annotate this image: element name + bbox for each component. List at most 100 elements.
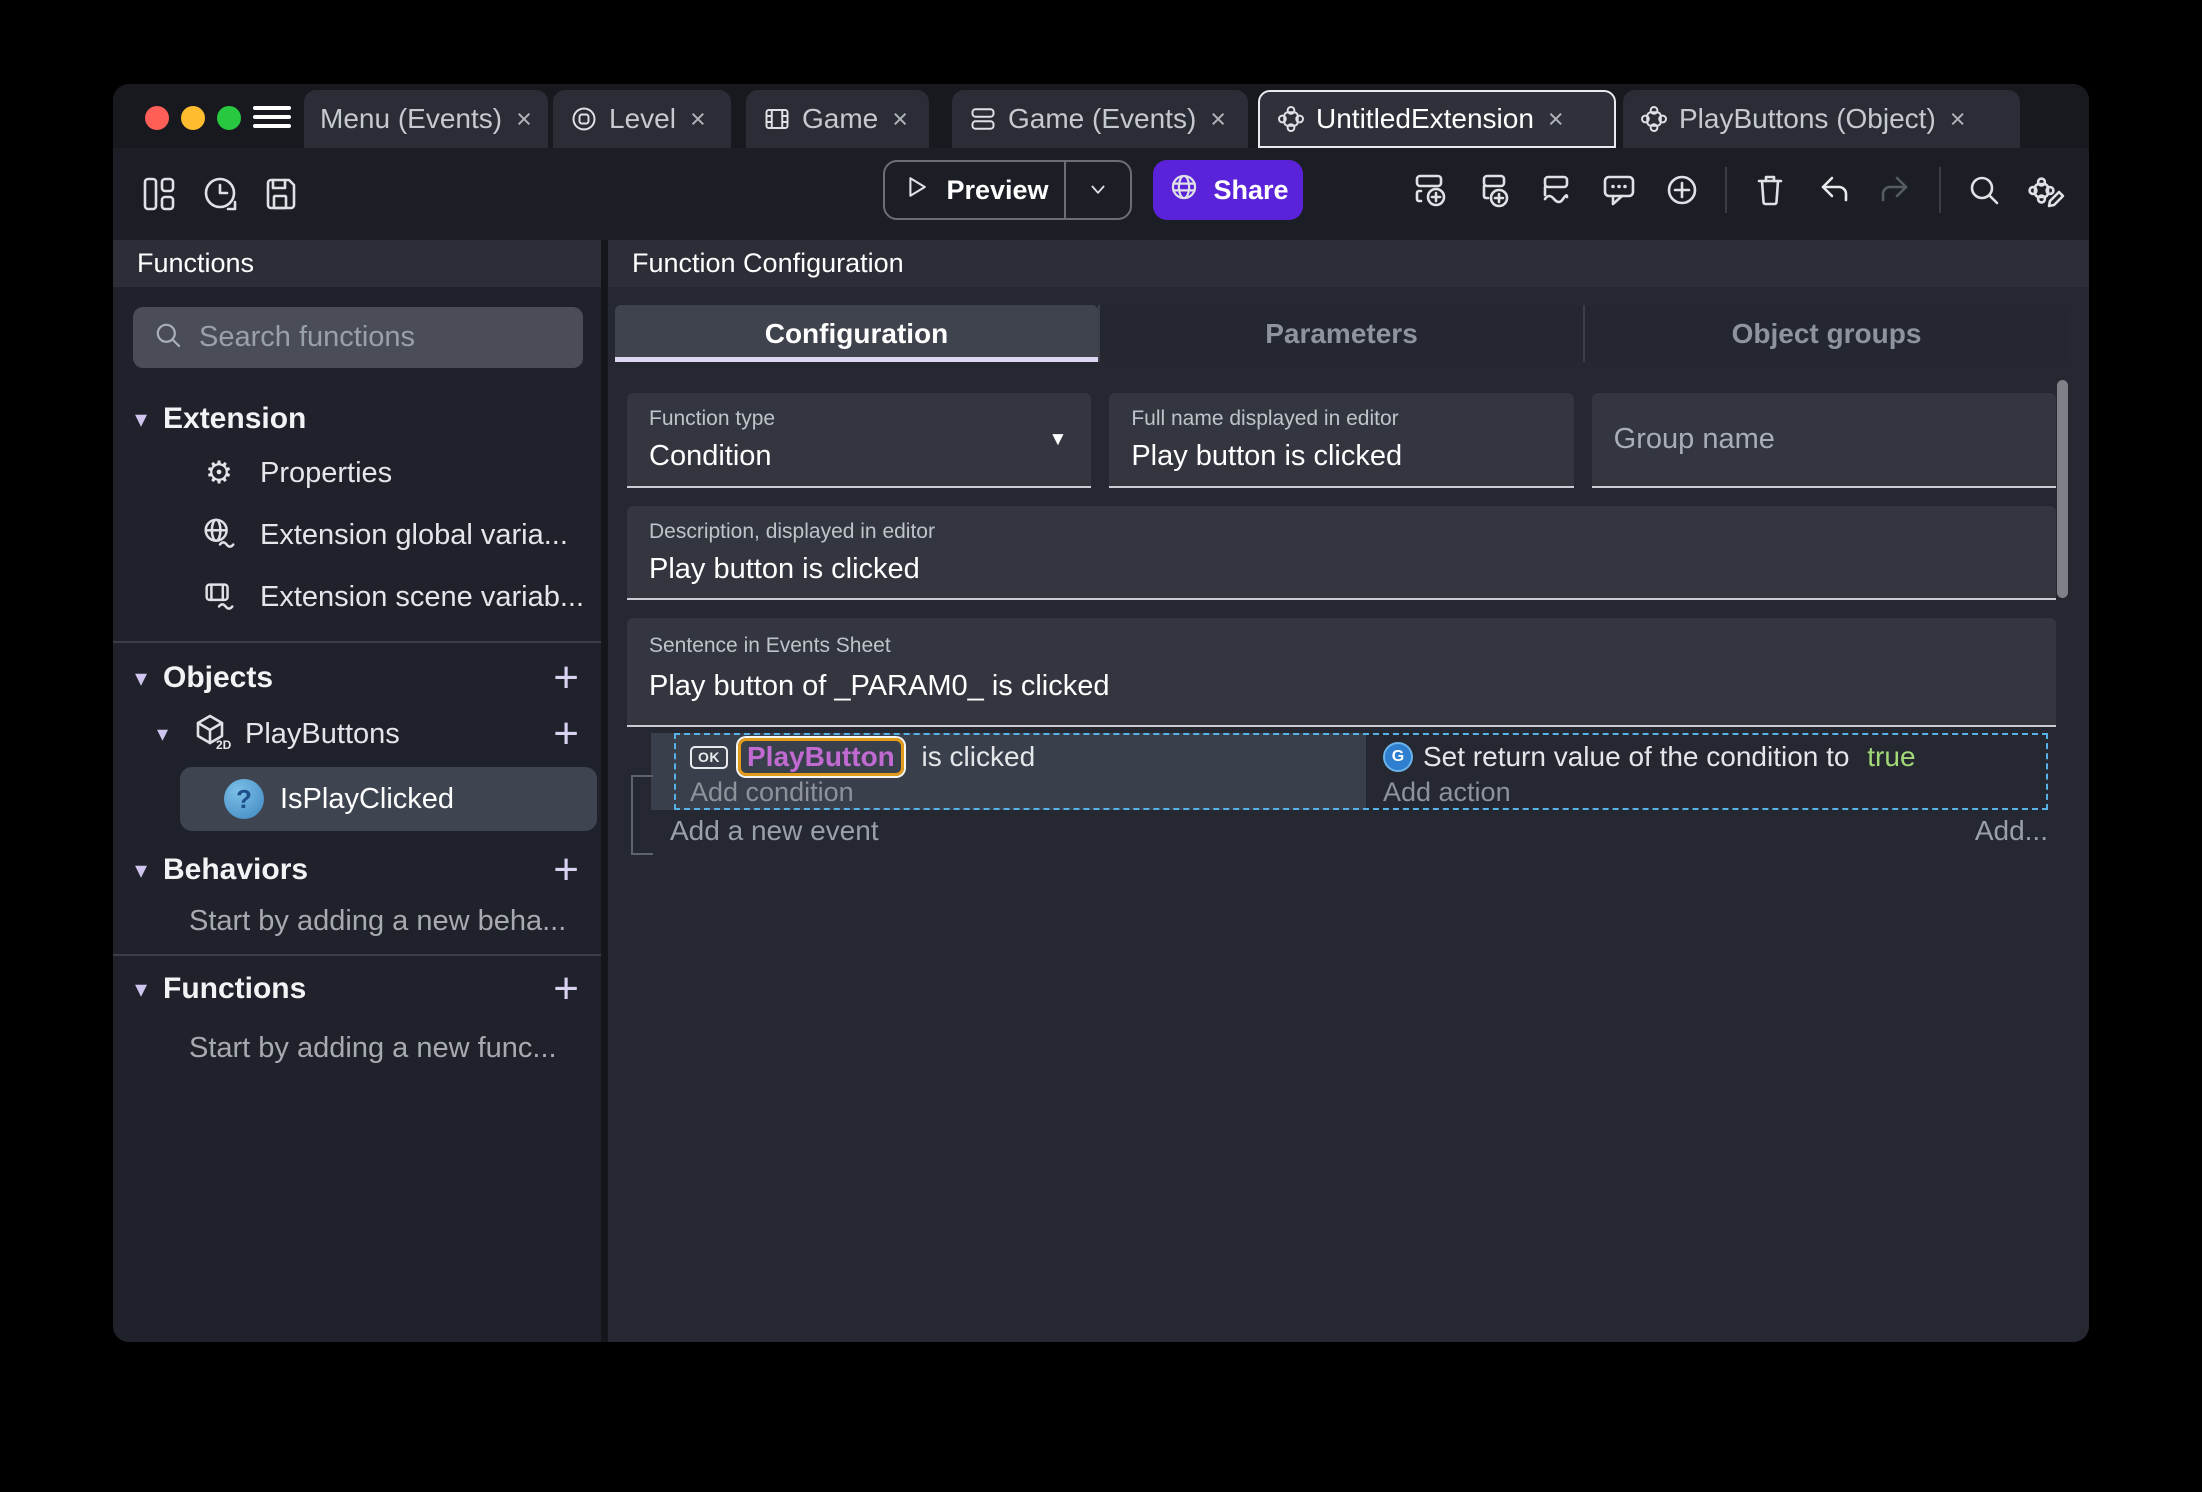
zoom-window-button[interactable] xyxy=(217,106,241,130)
add-behavior-button[interactable]: + xyxy=(553,848,579,892)
description-field[interactable]: Description, displayed in editor Play bu… xyxy=(627,506,2056,600)
save-icon[interactable] xyxy=(260,174,300,214)
tab-game-events[interactable]: Game (Events) × xyxy=(952,90,1248,148)
add-object-button[interactable]: + xyxy=(553,656,579,700)
minimize-window-button[interactable] xyxy=(181,106,205,130)
add-new-event-button[interactable]: Add a new event xyxy=(670,815,879,847)
preview-options-button[interactable] xyxy=(1066,162,1130,218)
toolbar-right-icons xyxy=(1410,160,2067,220)
close-tab-icon[interactable]: × xyxy=(1548,104,1564,135)
tab-label: Level xyxy=(609,103,676,134)
preview-button-group: Preview xyxy=(883,160,1132,220)
object-name-highlight[interactable]: PlayButton xyxy=(738,738,904,776)
condition-content: OK PlayButton is clicked Add condition xyxy=(690,738,1035,809)
search-functions-box[interactable] xyxy=(133,307,583,368)
chevron-down-icon[interactable]: ▾ xyxy=(135,856,161,885)
scrollbar[interactable] xyxy=(2057,380,2068,598)
functions-sidebar: Functions ▾ Extension ⚙ Properties Exten… xyxy=(113,240,601,1342)
divider xyxy=(113,641,601,643)
close-tab-icon[interactable]: × xyxy=(1950,104,1966,135)
sidebar-item-extension-scene-variables[interactable]: Extension scene variab... xyxy=(113,566,601,628)
close-tab-icon[interactable]: × xyxy=(1210,104,1226,135)
close-tab-icon[interactable]: × xyxy=(690,104,706,135)
behaviors-empty-hint: Start by adding a new beha... xyxy=(189,904,567,937)
section-label: Functions xyxy=(163,972,307,1005)
chevron-down-icon[interactable]: ▾ xyxy=(135,975,161,1004)
tab-configuration[interactable]: Configuration xyxy=(615,305,1098,362)
close-window-button[interactable] xyxy=(145,106,169,130)
add-action-button[interactable]: Add action xyxy=(1383,775,1916,809)
return-value[interactable]: true xyxy=(1867,741,1915,773)
action-row[interactable]: G Set return value of the condition to t… xyxy=(1383,739,1916,775)
add-more-button[interactable]: Add... xyxy=(1975,815,2048,847)
group-name-field[interactable] xyxy=(1591,393,2056,488)
condition-row[interactable]: OK PlayButton is clicked xyxy=(690,738,1035,776)
return-value-gear-icon: G xyxy=(1383,742,1413,772)
section-label: Extension xyxy=(163,402,307,435)
configuration-body: Configuration Parameters Object groups F… xyxy=(608,287,2089,1342)
section-behaviors[interactable]: ▾ Behaviors + xyxy=(113,847,601,893)
delete-icon[interactable] xyxy=(1750,170,1790,210)
sidebar-item-properties[interactable]: ⚙ Properties xyxy=(113,442,601,504)
content-area: Functions ▾ Extension ⚙ Properties Exten… xyxy=(113,240,2089,1342)
titlebar: Menu (Events) × Level × Game × Game (Eve… xyxy=(113,84,2089,148)
tab-label: Game (Events) xyxy=(1008,103,1197,134)
add-object-function-button[interactable]: + xyxy=(553,712,579,756)
divider xyxy=(113,954,601,956)
extension-icon xyxy=(1639,104,1669,134)
tab-game[interactable]: Game × xyxy=(746,90,929,148)
gear-icon: ⚙ xyxy=(205,455,233,490)
edit-extension-icon[interactable] xyxy=(2027,170,2067,210)
chevron-down-icon[interactable]: ▾ xyxy=(157,721,191,747)
add-other-event-icon[interactable] xyxy=(1536,170,1576,210)
tab-menu-events[interactable]: Menu (Events) × xyxy=(304,90,548,148)
sidebar-item-isplayclicked[interactable]: ? IsPlayClicked xyxy=(180,767,597,831)
chevron-down-icon[interactable]: ▾ xyxy=(135,664,161,693)
extension-icon xyxy=(1276,104,1306,134)
full-name-field[interactable]: Full name displayed in editor Play butto… xyxy=(1109,393,1574,488)
add-condition-button[interactable]: Add condition xyxy=(690,775,1035,809)
undo-icon[interactable] xyxy=(1813,170,1853,210)
function-type-select[interactable]: Function type Condition ▼ xyxy=(627,393,1092,488)
sentence-field[interactable]: Sentence in Events Sheet Play button of … xyxy=(627,618,2056,727)
add-event-icon[interactable] xyxy=(1410,170,1450,210)
tab-playbuttons-object[interactable]: PlayButtons (Object) × xyxy=(1623,90,2020,148)
add-subevent-icon[interactable] xyxy=(1473,170,1513,210)
tab-untitled-extension[interactable]: UntitledExtension × xyxy=(1258,90,1616,148)
redo-icon[interactable] xyxy=(1876,170,1916,210)
search-functions-input[interactable] xyxy=(199,321,576,354)
svg-text:2D: 2D xyxy=(216,738,231,752)
close-tab-icon[interactable]: × xyxy=(892,104,908,135)
menu-icon[interactable] xyxy=(253,115,291,119)
tab-level[interactable]: Level × xyxy=(553,90,731,148)
search-icon[interactable] xyxy=(1964,170,2004,210)
tab-label: Menu (Events) xyxy=(320,103,503,134)
search-icon xyxy=(151,318,185,357)
configuration-tabs: Configuration Parameters Object groups xyxy=(615,305,2068,362)
tab-object-groups[interactable]: Object groups xyxy=(1583,305,2068,362)
preview-button[interactable]: Preview xyxy=(885,162,1064,218)
share-button[interactable]: Share xyxy=(1153,160,1303,220)
tab-parameters[interactable]: Parameters xyxy=(1098,305,1583,362)
button-ok-icon: OK xyxy=(690,745,728,769)
fields-row: Function type Condition ▼ Full name disp… xyxy=(627,393,2056,488)
scene-variable-icon xyxy=(200,578,238,616)
chevron-down-icon[interactable]: ▾ xyxy=(135,405,161,434)
event-tree-guide xyxy=(631,775,653,855)
function-configuration-panel: Function Configuration Configuration Par… xyxy=(608,240,2089,1342)
section-objects[interactable]: ▾ Objects + xyxy=(113,655,601,701)
events-sheet-icon xyxy=(968,104,998,134)
close-tab-icon[interactable]: × xyxy=(516,104,532,135)
sidebar-item-playbuttons[interactable]: ▾ 2D PlayButtons + xyxy=(113,703,601,765)
history-icon[interactable] xyxy=(200,174,240,214)
section-extension[interactable]: ▾ Extension xyxy=(113,396,601,442)
tab-label: UntitledExtension xyxy=(1316,103,1534,134)
group-name-input[interactable] xyxy=(1591,393,2056,486)
section-functions[interactable]: ▾ Functions + xyxy=(113,966,601,1012)
tab-label: PlayButtons (Object) xyxy=(1679,103,1936,134)
sidebar-item-extension-global-variables[interactable]: Extension global varia... xyxy=(113,504,601,566)
project-manager-icon[interactable] xyxy=(139,174,179,214)
add-circle-icon[interactable] xyxy=(1662,170,1702,210)
add-comment-icon[interactable] xyxy=(1599,170,1639,210)
add-function-button[interactable]: + xyxy=(553,967,579,1011)
